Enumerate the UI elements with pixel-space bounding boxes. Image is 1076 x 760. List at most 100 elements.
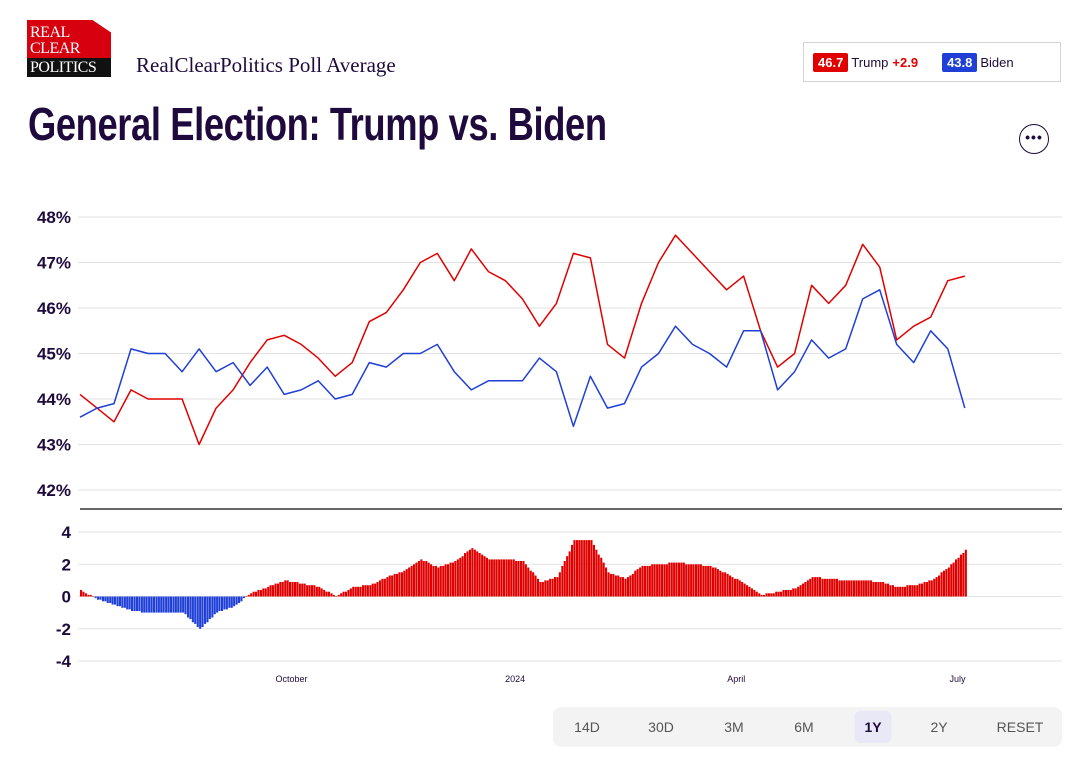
spread-bar [364,585,367,597]
range-button-30d[interactable]: 30D [638,711,684,743]
spread-bar [413,564,416,597]
spread-bar [527,567,530,597]
range-button-14d[interactable]: 14D [564,711,610,743]
spread-bar [913,585,916,597]
spread-bar [383,578,386,597]
spread-bar [340,593,343,597]
spread-bar [840,580,843,597]
spread-bar [750,588,753,597]
spread-bar [179,596,182,613]
spread-bar [284,580,287,597]
spread-bar [821,578,824,597]
spread-bar [651,564,654,597]
spread-bar [427,562,430,597]
spread-bar [738,580,741,597]
poll-chart[interactable]: 48% 47% 46% 45% 44% 43% 42% 4 2 0 -2 -4 October 2024 A… [0,0,1076,700]
spread-bar [507,559,510,597]
y-tick-label: 44% [37,390,71,409]
spread-bar [607,572,610,597]
spread-bar [459,557,462,597]
x-tick-label: April [727,674,745,684]
spread-bar [148,596,151,613]
spread-bar [238,596,241,603]
spread-bar [381,578,384,597]
y-tick-label: 45% [37,345,71,364]
spread-bar [843,580,846,597]
spread-bar [87,594,90,597]
spread-bar [391,575,394,597]
y-tick-label: 47% [37,254,71,273]
range-button-1y[interactable]: 1Y [854,711,892,743]
spread-bar [468,549,471,597]
range-button-2y[interactable]: 2Y [920,711,957,743]
spread-bar [505,559,508,597]
spread-bar [772,593,775,597]
spread-bar [699,564,702,597]
spread-bar [250,593,253,597]
spread-bar [595,549,598,597]
spread-bar [306,585,309,597]
spread-bar [549,578,552,597]
spread-bar [933,578,936,597]
spread-bar [408,567,411,597]
spread-bar [347,590,350,597]
spread-bar [959,554,962,597]
spread-bar [167,596,170,613]
spread-bar [733,578,736,597]
spread-bar [928,580,931,597]
spread-bar [704,565,707,597]
spread-bar [369,585,372,597]
spread-bar [483,556,486,597]
spread-bar [174,596,177,613]
spread-bar [590,540,593,597]
spread-bar [310,585,313,597]
spread-bar [882,582,885,597]
spread-bar [721,572,724,597]
spread-bar [962,553,965,597]
range-button-6m[interactable]: 6M [784,711,823,743]
spread-bar [529,570,532,597]
range-button-reset[interactable]: RESET [987,711,1054,743]
spread-bar [826,578,829,597]
spread-bar [845,580,848,597]
spread-bar [349,588,352,597]
spread-bar [784,590,787,597]
spread-y-tick-label: 4 [62,523,72,542]
spread-bar [293,582,296,597]
spread-bar [131,596,134,611]
range-button-3m[interactable]: 3M [714,711,753,743]
spread-bar [658,564,661,597]
spread-bar [515,561,518,597]
spread-bar [908,585,911,597]
spread-bar [940,572,943,597]
spread-bar [396,573,399,597]
spread-bar [157,596,160,613]
spread-bar [442,565,445,597]
spread-bar [189,596,192,620]
spread-bar [303,583,306,597]
spread-bar [354,586,357,597]
spread-bar [466,551,469,597]
spread-bar [558,572,561,597]
spread-bar [818,577,821,597]
spread-bar [461,556,464,597]
spread-bar [481,554,484,597]
spread-bar [182,596,185,613]
spread-bar [714,567,717,597]
spread-bar [592,544,595,597]
spread-bar [386,577,389,597]
spread-bar [867,580,870,597]
spread-bar [695,564,698,597]
spread-bar [169,596,172,613]
spread-bar [716,569,719,597]
spread-bar [493,559,496,597]
spread-bar [938,575,941,597]
spread-bar [741,582,744,597]
spread-bar [269,585,272,597]
spread-bar [335,596,338,597]
spread-bar [118,596,121,607]
spread-bar [870,580,873,597]
spread-bar [512,559,515,597]
spread-bar [213,596,216,615]
spread-bar [257,590,260,597]
